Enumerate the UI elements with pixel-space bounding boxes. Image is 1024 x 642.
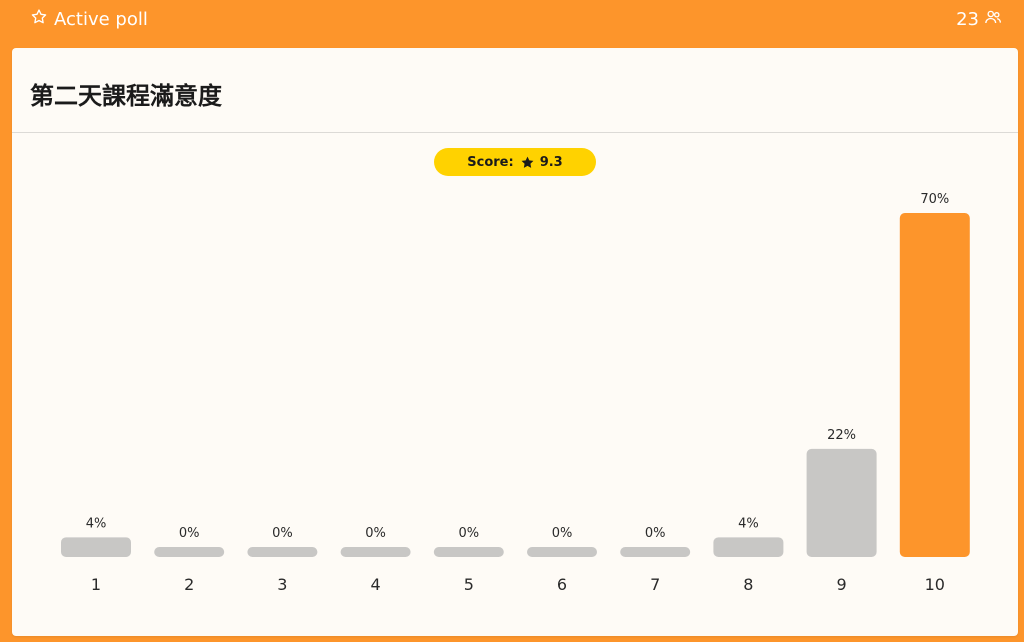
category-label-7: 7	[650, 575, 660, 594]
bar-value-label-4: 0%	[365, 526, 386, 541]
category-label-2: 2	[184, 575, 194, 594]
bar-value-label-5: 0%	[458, 526, 479, 541]
bar-2	[154, 547, 225, 557]
bar-10	[899, 213, 970, 557]
top-bar: Active poll 23	[0, 0, 1024, 40]
participants-counter[interactable]: 23	[956, 8, 1002, 30]
poll-card: 第二天課程滿意度 Score: 9.3 4% 1 0% 2 0% 3 0% 4 0% 5 0% 6 0%…	[12, 48, 1018, 636]
bar-value-label-2: 0%	[179, 526, 200, 541]
bar-1	[61, 537, 131, 557]
category-label-6: 6	[557, 575, 567, 594]
bar-value-label-6: 0%	[552, 526, 573, 541]
category-label-9: 9	[837, 575, 847, 594]
bar-value-label-10: 70%	[920, 192, 949, 207]
star-outline-icon	[30, 8, 48, 30]
participant-count: 23	[956, 8, 979, 30]
bar-3	[247, 547, 318, 557]
users-icon	[984, 8, 1002, 30]
category-label-8: 8	[743, 575, 753, 594]
category-label-1: 1	[91, 575, 101, 594]
category-label-4: 4	[371, 575, 381, 594]
poll-status-label: Active poll	[54, 8, 148, 30]
bar-7	[620, 547, 691, 557]
poll-status: Active poll	[30, 8, 148, 30]
bar-value-label-1: 4%	[86, 516, 107, 531]
bar-9	[806, 448, 877, 557]
bar-5	[433, 547, 504, 557]
bar-8	[713, 537, 784, 557]
results-bar-chart: 4% 1 0% 2 0% 3 0% 4 0% 5 0% 6 0% 7 4% 8 22% 9 70% 10	[61, 192, 970, 594]
bar-value-label-7: 0%	[645, 526, 666, 541]
category-label-5: 5	[464, 575, 474, 594]
bar-4	[340, 547, 411, 557]
bar-6	[527, 547, 597, 557]
category-label-10: 10	[925, 575, 945, 594]
category-label-3: 3	[277, 575, 287, 594]
bar-value-label-8: 4%	[738, 516, 759, 531]
bar-value-label-3: 0%	[272, 526, 293, 541]
bar-value-label-9: 22%	[827, 428, 856, 443]
